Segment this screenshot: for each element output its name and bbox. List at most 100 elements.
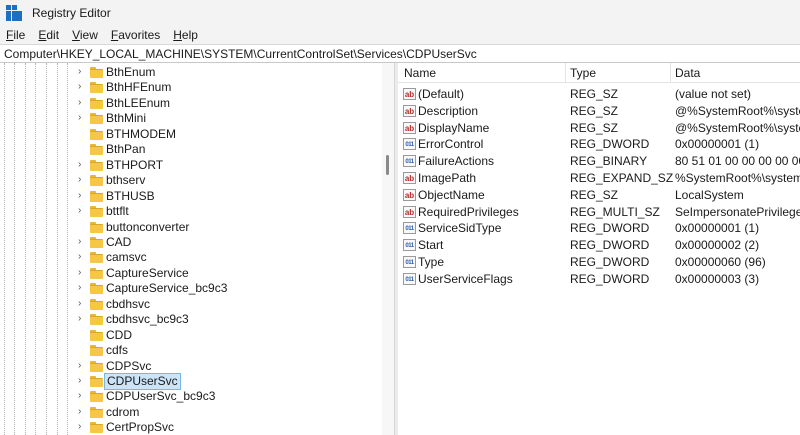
tree-item-label[interactable]: CDPUserSvc [104, 373, 181, 390]
tree-item[interactable]: › CertPropSvc [0, 419, 382, 435]
tree-item[interactable]: BthPan [0, 141, 382, 158]
chevron-right-icon[interactable]: › [78, 421, 88, 433]
chevron-right-icon[interactable]: › [78, 406, 88, 418]
value-row[interactable]: 011 Start REG_DWORD 0x00000002 (2) [398, 237, 800, 254]
address-path[interactable]: Computer\HKEY_LOCAL_MACHINE\SYSTEM\Curre… [4, 47, 477, 61]
value-row[interactable]: abDisplayName REG_SZ @%SystemRoot%\system3… [398, 120, 800, 137]
tree-item-label[interactable]: bthserv [106, 173, 145, 188]
tree-item[interactable]: › CDPSvc [0, 358, 382, 375]
tree-item-label[interactable]: CDPSvc [106, 359, 151, 374]
tree-item-label[interactable]: CertPropSvc [106, 420, 174, 435]
chevron-right-icon[interactable]: › [78, 313, 88, 325]
value-row[interactable]: 011 FailureActions REG_BINARY 80 51 01 00 0… [398, 153, 800, 170]
value-row[interactable]: ab ImagePath REG_EXPAND_SZ %SystemRoot%\sys… [398, 170, 800, 187]
chevron-right-icon[interactable]: › [78, 81, 88, 93]
chevron-right-icon[interactable]: › [78, 360, 88, 372]
tree-item[interactable]: › BthHFEnum [0, 79, 382, 96]
tree-item[interactable]: › CAD [0, 234, 382, 251]
tree-item-label[interactable]: cdrom [106, 405, 139, 420]
address-bar[interactable]: Computer\HKEY_LOCAL_MACHINE\SYSTEM\Curre… [0, 44, 800, 63]
column-divider[interactable] [670, 63, 671, 83]
tree-item-label[interactable]: BthPan [106, 142, 145, 157]
value-row[interactable]: ab (Default) REG_SZ (value not set) [398, 86, 800, 103]
chevron-right-icon[interactable]: › [78, 205, 88, 217]
tree-item[interactable]: › camsvc [0, 249, 382, 266]
tree-item-label[interactable]: BthLEEnum [106, 96, 170, 111]
value-row[interactable]: 011 Type REG_DWORD 0x00000060 (96) [398, 254, 800, 271]
menu-view[interactable]: View [72, 28, 98, 42]
chevron-right-icon[interactable]: › [78, 282, 88, 294]
tree-item[interactable]: › cbdhsvc_bc9c3 [0, 311, 382, 328]
value-data: 80 51 01 00 00 00 00 00 [675, 154, 800, 169]
tree-item[interactable]: › BTHPORT [0, 157, 382, 174]
tree-item[interactable]: › bttflt [0, 203, 382, 220]
chevron-right-icon[interactable]: › [78, 236, 88, 248]
folder-icon [90, 221, 103, 233]
menu-edit[interactable]: Edit [38, 28, 59, 42]
chevron-right-icon[interactable]: › [78, 190, 88, 202]
tree-item[interactable]: › bthserv [0, 172, 382, 189]
column-header-type[interactable]: Type [570, 66, 596, 80]
chevron-right-icon[interactable]: › [78, 112, 88, 124]
menu-file[interactable]: File [6, 28, 25, 42]
tree-item-label[interactable]: cbdhsvc [106, 297, 150, 312]
chevron-right-icon[interactable]: › [78, 174, 88, 186]
column-header-name[interactable]: Name [404, 66, 436, 80]
tree-item-label[interactable]: BthEnum [106, 65, 155, 80]
tree-vertical-scrollbar[interactable] [382, 63, 394, 435]
tree-item-label[interactable]: CAD [106, 235, 131, 250]
folder-icon [90, 252, 103, 264]
chevron-right-icon[interactable]: › [78, 159, 88, 171]
tree-item-label[interactable]: BTHMODEM [106, 127, 176, 142]
column-divider[interactable] [565, 63, 566, 83]
chevron-right-icon[interactable]: › [78, 298, 88, 310]
tree-item-label[interactable]: BTHPORT [106, 158, 163, 173]
tree-item-label[interactable]: camsvc [106, 250, 147, 265]
tree-item[interactable]: › CaptureService [0, 265, 382, 282]
tree-item-label[interactable]: CaptureService_bc9c3 [106, 281, 227, 296]
tree-item[interactable]: › cdrom [0, 404, 382, 421]
value-row[interactable]: 011 UserServiceFlags REG_DWORD 0x00000003 (… [398, 271, 800, 288]
tree-item[interactable]: › CDPUserSvc_bc9c3 [0, 388, 382, 405]
tree-item[interactable]: BTHMODEM [0, 126, 382, 143]
menu-help[interactable]: Help [173, 28, 198, 42]
tree-item-label[interactable]: cbdhsvc_bc9c3 [106, 312, 189, 327]
tree-item[interactable]: › BthEnum [0, 64, 382, 81]
chevron-right-icon[interactable]: › [78, 66, 88, 78]
tree-item-label[interactable]: bttflt [106, 204, 129, 219]
chevron-right-icon[interactable]: › [78, 390, 88, 402]
tree-item-label[interactable]: CaptureService [106, 266, 189, 281]
value-data: 0x00000002 (2) [675, 238, 760, 253]
chevron-right-icon[interactable]: › [78, 97, 88, 109]
tree-item-label[interactable]: buttonconverter [106, 220, 189, 235]
tree-item-label[interactable]: CDPUserSvc_bc9c3 [106, 389, 215, 404]
tree-item-label[interactable]: BTHUSB [106, 189, 155, 204]
tree-item[interactable]: › BthLEEnum [0, 95, 382, 112]
tree-item[interactable]: › BthMini [0, 110, 382, 127]
tree-item-label[interactable]: CDD [106, 328, 132, 343]
value-name: ImagePath [418, 171, 477, 185]
tree-item-label[interactable]: BthMini [106, 111, 146, 126]
values-list-pane[interactable]: Name Type Data ab (Default) REG_SZ (value n… [398, 63, 800, 435]
tree-item-label[interactable]: cdfs [106, 343, 128, 358]
tree-item[interactable]: › CDPUserSvc [0, 373, 382, 390]
tree-item[interactable]: cdfs [0, 342, 382, 359]
chevron-right-icon[interactable]: › [78, 375, 88, 387]
chevron-right-icon[interactable]: › [78, 267, 88, 279]
value-row[interactable]: 011 ErrorControl REG_DWORD 0x00000001 (1) [398, 136, 800, 153]
tree-item[interactable]: › CaptureService_bc9c3 [0, 280, 382, 297]
chevron-right-icon[interactable]: › [78, 251, 88, 263]
tree-item[interactable]: buttonconverter [0, 219, 382, 236]
value-row[interactable]: abDescription REG_SZ @%SystemRoot%\system3… [398, 103, 800, 120]
tree-item[interactable]: › cbdhsvc [0, 296, 382, 313]
tree-item[interactable]: › BTHUSB [0, 188, 382, 205]
menu-favorites[interactable]: Favorites [111, 28, 160, 42]
value-row[interactable]: ab RequiredPrivileges REG_MULTI_SZ SeImpers… [398, 204, 800, 221]
value-row[interactable]: 011 ServiceSidType REG_DWORD 0x00000001 (1) [398, 220, 800, 237]
tree-item[interactable]: CDD [0, 327, 382, 344]
tree-item-label[interactable]: BthHFEnum [106, 80, 171, 95]
column-header-data[interactable]: Data [675, 66, 700, 80]
key-tree-pane[interactable]: › BthEnum › BthHFEnum › BthLEEnum › BthMini BTHM… [0, 63, 382, 435]
value-row[interactable]: ab ObjectName REG_SZ LocalSystem [398, 187, 800, 204]
scrollbar-thumb[interactable] [386, 155, 389, 175]
